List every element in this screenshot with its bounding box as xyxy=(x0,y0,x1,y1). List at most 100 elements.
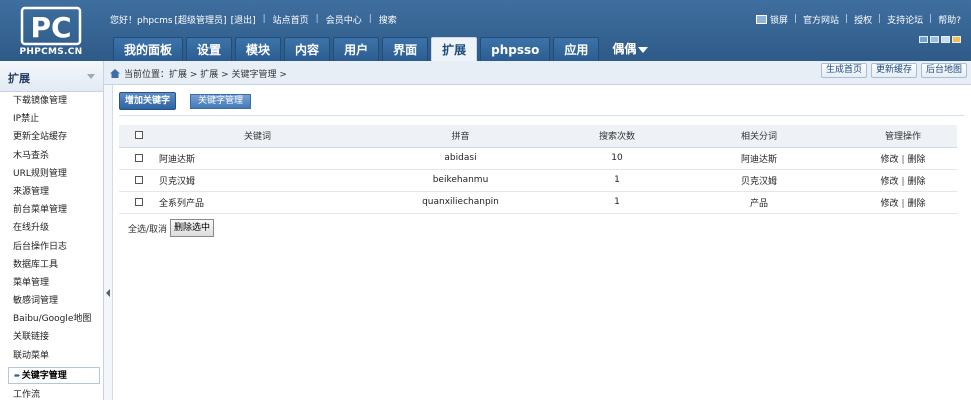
actions-cell: 修改 | 删除 xyxy=(849,147,957,170)
row-checkbox[interactable] xyxy=(135,175,143,184)
lock-screen-icon[interactable] xyxy=(755,14,767,24)
sidebar-item-keyword-manage[interactable]: ➨关键字管理 xyxy=(8,366,100,384)
admin-map-button[interactable]: 后台地图 xyxy=(920,63,967,78)
tab-phpsso[interactable]: phpsso xyxy=(480,37,551,61)
related-cell: 贝克汉姆 xyxy=(669,169,849,192)
top-user-bar: 您好！phpcms [超级管理员] [退出] | 站点首页 | 会员中心 | 搜… xyxy=(110,12,397,26)
sidebar-item[interactable]: 下载镜像管理 xyxy=(0,92,103,110)
tab-settings[interactable]: 设置 xyxy=(186,37,233,61)
home-icon xyxy=(110,68,120,78)
separator: | xyxy=(368,14,372,24)
member-center-link[interactable]: 会员中心 xyxy=(326,13,362,26)
user-menu-label: 偶偶 xyxy=(612,42,637,56)
row-checkbox[interactable] xyxy=(135,153,143,162)
sidebar-item[interactable]: 后台操作日志 xyxy=(0,238,103,256)
chevron-down-icon xyxy=(87,74,95,79)
row-select-cell xyxy=(119,191,159,214)
separator: | xyxy=(901,176,905,187)
table-row: 全系列产品 quanxiliechanpin 1 产品 修改 | 删除 xyxy=(119,191,957,214)
sidebar-item[interactable]: 联动菜单 xyxy=(0,347,103,365)
sidebar-item[interactable]: 在线升级 xyxy=(0,219,103,237)
delete-link[interactable]: 删除 xyxy=(908,199,926,209)
divider xyxy=(119,115,964,116)
edit-link[interactable]: 修改 xyxy=(880,199,898,209)
tab-users[interactable]: 用户 xyxy=(333,37,380,61)
sidebar-item[interactable]: 数据库工具 xyxy=(0,256,103,274)
search-link[interactable]: 搜索 xyxy=(379,13,397,26)
sidebar-item[interactable]: 来源管理 xyxy=(0,183,103,201)
select-all-checkbox[interactable] xyxy=(135,131,143,140)
delete-link[interactable]: 删除 xyxy=(908,177,926,187)
lock-screen-link[interactable]: 锁屏 xyxy=(770,13,788,26)
row-checkbox[interactable] xyxy=(135,197,143,206)
count-cell: 1 xyxy=(565,191,669,214)
separator: | xyxy=(929,14,933,24)
sidebar-header[interactable]: 扩展 xyxy=(0,61,103,92)
sidebar-item[interactable]: 前台菜单管理 xyxy=(0,201,103,219)
keyword-manage-button[interactable]: 关键字管理 xyxy=(190,93,252,109)
related-cell: 产品 xyxy=(669,191,849,214)
skin-swatch[interactable] xyxy=(952,36,961,43)
keyword-cell: 阿迪达斯 xyxy=(159,147,356,170)
role-link[interactable]: [超级管理员] xyxy=(175,13,227,26)
sidebar-collapse-handle[interactable] xyxy=(104,85,113,400)
generate-home-button[interactable]: 生成首页 xyxy=(820,63,867,78)
sidebar-item[interactable]: 更新全站缓存 xyxy=(0,128,103,146)
help-link[interactable]: 帮助? xyxy=(938,13,961,26)
tab-content[interactable]: 内容 xyxy=(284,37,331,61)
skin-switcher xyxy=(919,36,961,43)
tab-user-menu[interactable]: 偶偶 xyxy=(602,37,658,61)
tab-modules[interactable]: 模块 xyxy=(235,37,282,61)
pinyin-cell: quanxiliechanpin xyxy=(356,191,565,214)
bulk-actions: 全选/取消 删除选中 xyxy=(119,219,215,237)
logout-link[interactable]: [退出] xyxy=(231,13,256,26)
update-cache-button[interactable]: 更新缓存 xyxy=(870,63,917,78)
breadcrumb-buttons: 生成首页 更新缓存 后台地图 xyxy=(820,63,967,78)
license-link[interactable]: 授权 xyxy=(854,13,872,26)
count-cell: 10 xyxy=(565,147,669,170)
sidebar-item[interactable]: 关联链接 xyxy=(0,328,103,346)
chevron-left-icon xyxy=(106,289,110,297)
site-home-link[interactable]: 站点首页 xyxy=(273,13,309,26)
tab-interface[interactable]: 界面 xyxy=(382,37,429,61)
delete-link[interactable]: 删除 xyxy=(908,155,926,165)
separator: | xyxy=(315,14,319,24)
keyword-table: 关键词 拼音 搜索次数 相关分词 管理操作 阿迪达斯 abidasi 10 阿迪… xyxy=(119,125,957,214)
logo-text: PHPCMS.CN xyxy=(19,47,83,57)
edit-link[interactable]: 修改 xyxy=(880,155,898,165)
tab-extensions[interactable]: 扩展 xyxy=(431,37,478,61)
separator: | xyxy=(845,14,849,24)
pinyin-cell: beikehanmu xyxy=(356,169,565,192)
sidebar-menu: 下载镜像管理 IP禁止 更新全站缓存 木马查杀 URL规则管理 来源管理 前台菜… xyxy=(0,92,103,400)
edit-link[interactable]: 修改 xyxy=(880,177,898,187)
tab-apps[interactable]: 应用 xyxy=(553,37,600,61)
table-row: 阿迪达斯 abidasi 10 阿迪达斯 修改 | 删除 xyxy=(119,147,957,170)
sidebar-item[interactable]: IP禁止 xyxy=(0,110,103,128)
column-header: 关键词 xyxy=(159,125,356,148)
skin-swatch[interactable] xyxy=(919,36,928,43)
skin-swatch[interactable] xyxy=(941,36,950,43)
forum-link[interactable]: 支持论坛 xyxy=(887,13,923,26)
main-nav: 我的面板 设置 模块 内容 用户 界面 扩展 phpsso 应用 偶偶 xyxy=(113,37,658,61)
sidebar-item[interactable]: Baibu/Google地图 xyxy=(0,310,103,328)
phpcms-logo[interactable]: PC PHPCMS.CN xyxy=(14,6,88,58)
svg-text:PC: PC xyxy=(30,11,71,44)
sidebar-item[interactable]: 木马查杀 xyxy=(0,147,103,165)
separator: | xyxy=(901,154,905,165)
sidebar-item[interactable]: 敏感词管理 xyxy=(0,292,103,310)
tab-my-panel[interactable]: 我的面板 xyxy=(113,37,184,61)
row-select-cell xyxy=(119,169,159,192)
sidebar-item[interactable]: 菜单管理 xyxy=(0,274,103,292)
keyword-cell: 贝克汉姆 xyxy=(159,169,356,192)
official-site-link[interactable]: 官方网站 xyxy=(803,13,839,26)
skin-swatch[interactable] xyxy=(930,36,939,43)
add-keyword-button[interactable]: 增加关键字 xyxy=(119,92,177,110)
header: PC PHPCMS.CN 您好！phpcms [超级管理员] [退出] | 站点… xyxy=(0,0,971,61)
delete-selected-button[interactable]: 删除选中 xyxy=(170,219,215,237)
sidebar-item[interactable]: 工作流 xyxy=(0,386,103,400)
column-header: 拼音 xyxy=(356,125,565,148)
sidebar-item[interactable]: URL规则管理 xyxy=(0,165,103,183)
separator: | xyxy=(901,198,905,209)
select-all-toggle[interactable]: 全选/取消 xyxy=(119,222,167,235)
separator: | xyxy=(262,14,266,24)
